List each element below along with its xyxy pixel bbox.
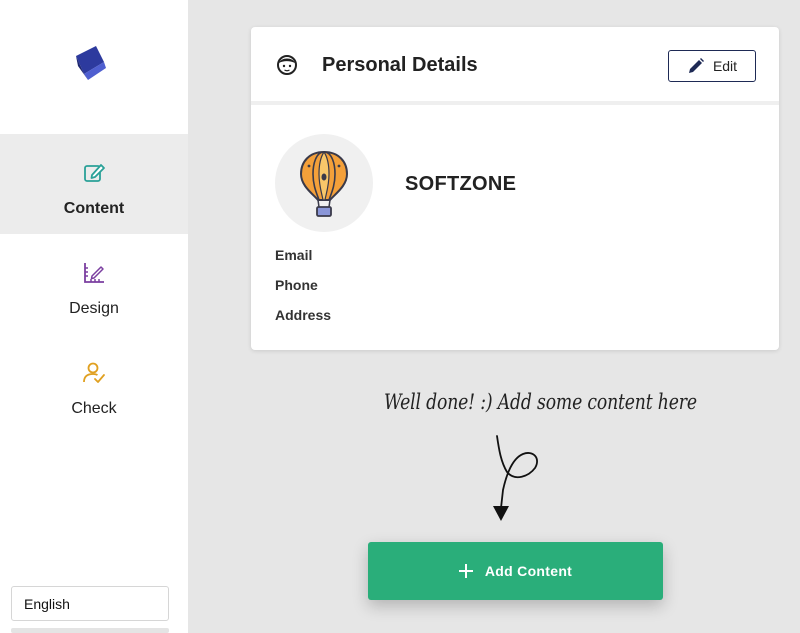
edit-button[interactable]: Edit (668, 50, 756, 82)
curved-arrow-icon (493, 435, 538, 521)
sidebar-item-label: Check (71, 400, 117, 417)
address-label: Address (275, 307, 332, 323)
language-select[interactable]: English (11, 586, 169, 621)
ruler-pencil-icon (84, 263, 104, 283)
edit-button-label: Edit (712, 58, 738, 74)
sidebar-item-label: Design (69, 300, 119, 317)
card-title: Personal Details (322, 54, 478, 76)
plus-icon (458, 564, 473, 578)
hint-text: Well done! :) Add some content here (384, 390, 697, 414)
phone-label: Phone (275, 277, 318, 293)
edit-square-icon (84, 164, 105, 182)
user-check-icon (83, 362, 105, 383)
email-label: Email (275, 247, 313, 263)
face-icon (277, 55, 297, 75)
profile-name: SOFTZONE (405, 173, 517, 195)
add-content-button[interactable]: Add Content (368, 542, 663, 600)
personal-details-card: Personal Details Edit SOFTZONE Email Pho… (251, 27, 779, 350)
app-logo[interactable] (70, 42, 110, 82)
pencil-icon (688, 58, 704, 73)
sidebar-item-check[interactable]: Check (0, 334, 188, 434)
language-select-shadow (11, 628, 169, 633)
sidebar-item-label: Content (63, 200, 125, 217)
avatar[interactable] (275, 134, 373, 232)
sidebar-item-design[interactable]: Design (0, 234, 188, 334)
hot-air-balloon-icon (299, 150, 349, 217)
add-content-label: Add Content (484, 563, 573, 579)
sidebar-item-content[interactable]: Content (0, 134, 188, 234)
sidebar: Content Design Check English (0, 0, 188, 633)
card-header: Personal Details Edit (251, 27, 779, 105)
